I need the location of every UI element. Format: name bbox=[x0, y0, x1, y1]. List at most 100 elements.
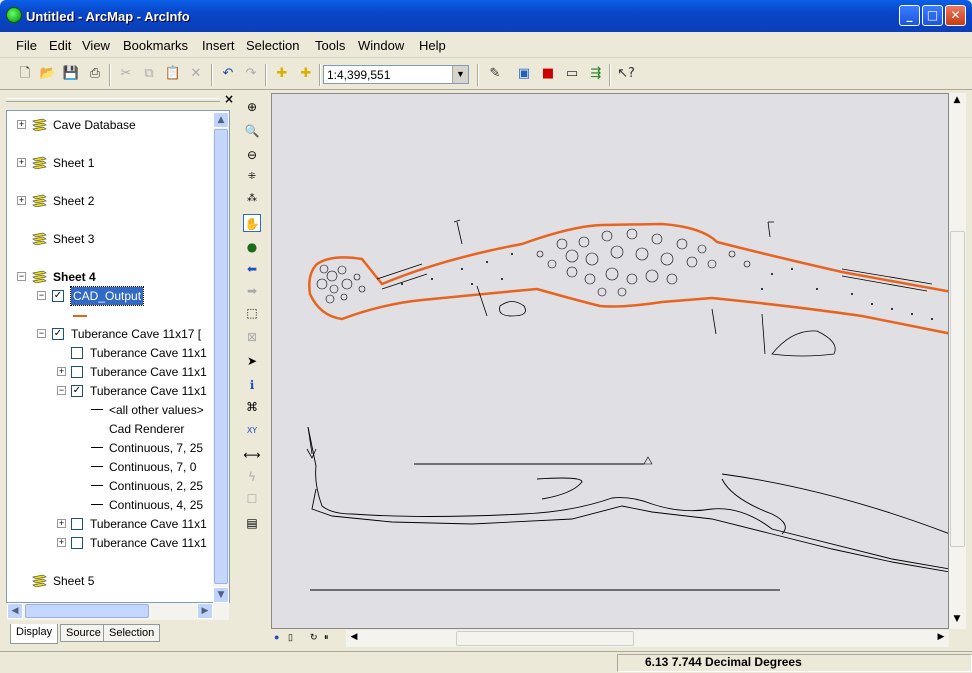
redo-icon[interactable]: ↷ bbox=[242, 65, 260, 83]
save-icon[interactable]: 💾 bbox=[62, 65, 80, 83]
layer-visibility-checkbox[interactable] bbox=[71, 347, 83, 359]
toc-legend-item[interactable]: Continuous, 7, 0 bbox=[7, 458, 213, 476]
cut-icon[interactable]: ✂ bbox=[117, 65, 135, 83]
menu-bookmarks[interactable]: Bookmarks bbox=[123, 38, 188, 53]
tab-source[interactable]: Source bbox=[60, 624, 107, 642]
toc-legend-item[interactable]: Continuous, 7, 25 bbox=[7, 439, 213, 457]
map-scale-combobox[interactable]: 1:4,399,551 ▼ bbox=[323, 65, 469, 84]
whats-this-help-icon[interactable]: ↖? bbox=[617, 65, 635, 83]
close-button[interactable]: ✕ bbox=[945, 5, 966, 26]
collapse-icon[interactable]: − bbox=[37, 291, 46, 300]
toc-layer[interactable]: − ✓ Tuberance Cave 11x1 bbox=[7, 382, 213, 400]
map-vertical-scrollbar[interactable]: ▲ ▼ bbox=[949, 93, 966, 629]
create-viewer-icon[interactable]: ▤ bbox=[243, 514, 261, 532]
layer-visibility-checkbox[interactable]: ✓ bbox=[71, 385, 83, 397]
toc-dataframe[interactable]: Sheet 3 bbox=[7, 230, 213, 248]
scroll-down-icon[interactable]: ▼ bbox=[213, 587, 229, 603]
expand-icon[interactable]: + bbox=[57, 538, 66, 547]
menu-help[interactable]: Help bbox=[419, 38, 446, 53]
toc-layer[interactable]: − ✓ CAD_Output bbox=[7, 286, 213, 317]
toc-vertical-scrollbar[interactable]: ▲ ▼ bbox=[213, 112, 229, 603]
pan-hand-icon[interactable]: ✋ bbox=[243, 214, 261, 232]
map-h-thumb[interactable] bbox=[456, 631, 634, 646]
layer-visibility-checkbox[interactable]: ✓ bbox=[52, 328, 64, 340]
toc-close-icon[interactable]: × bbox=[224, 92, 234, 106]
command-line-icon[interactable]: ▭ bbox=[563, 65, 581, 83]
collapse-icon[interactable]: − bbox=[57, 386, 66, 395]
map-scroll-left-icon[interactable]: ◀ bbox=[346, 630, 362, 646]
toc-layer[interactable]: + Tuberance Cave 11x1 bbox=[7, 534, 213, 552]
collapse-icon[interactable]: − bbox=[17, 272, 26, 281]
zoom-out-icon[interactable]: ⊖ bbox=[243, 146, 261, 164]
expand-icon[interactable]: + bbox=[57, 367, 66, 376]
delete-icon[interactable]: ✕ bbox=[187, 65, 205, 83]
menu-edit[interactable]: Edit bbox=[49, 38, 71, 53]
toc-legend-item[interactable]: Continuous, 2, 25 bbox=[7, 477, 213, 495]
zoom-in-alt-icon[interactable]: 🔍 bbox=[243, 122, 261, 140]
expand-icon[interactable]: + bbox=[57, 519, 66, 528]
tab-display[interactable]: Display bbox=[10, 624, 59, 644]
copy-icon[interactable]: ⧉ bbox=[140, 65, 158, 83]
tab-selection[interactable]: Selection bbox=[103, 624, 161, 642]
toc-dataframe[interactable]: + Cave Database bbox=[7, 116, 213, 134]
toc-layer[interactable]: + Tuberance Cave 11x1 bbox=[7, 363, 213, 381]
model-builder-icon[interactable]: ⇶ bbox=[587, 65, 605, 83]
previous-extent-icon[interactable]: ⬅ bbox=[243, 260, 261, 278]
toc-dataframe[interactable]: − Sheet 4 bbox=[7, 268, 213, 286]
html-popup-icon[interactable]: ☐ bbox=[243, 490, 261, 508]
menu-insert[interactable]: Insert bbox=[202, 38, 235, 53]
undo-icon[interactable]: ↶ bbox=[219, 65, 237, 83]
toc-legend-item[interactable]: Continuous, 4, 25 bbox=[7, 496, 213, 514]
full-extent-globe-icon[interactable]: ● bbox=[243, 238, 261, 256]
add-data-icon[interactable]: ✚ bbox=[273, 65, 291, 83]
toc-dataframe[interactable]: + Sheet 2 bbox=[7, 192, 213, 210]
map-scroll-down-icon[interactable]: ▼ bbox=[949, 612, 965, 628]
print-icon[interactable]: ⎙ bbox=[86, 65, 104, 83]
toc-layer[interactable]: Tuberance Cave 11x1 bbox=[7, 344, 213, 362]
menu-file[interactable]: File bbox=[16, 38, 37, 53]
find-binoculars-icon[interactable]: ⌘ bbox=[243, 398, 261, 416]
fixed-zoom-out-icon[interactable]: ⁂ bbox=[243, 190, 261, 208]
scroll-thumb[interactable] bbox=[214, 129, 228, 584]
arccatalog-icon[interactable]: ▣ bbox=[515, 65, 533, 83]
chevron-down-icon[interactable]: ▼ bbox=[452, 66, 468, 83]
layer-visibility-checkbox[interactable] bbox=[71, 537, 83, 549]
dock-grip[interactable] bbox=[6, 98, 220, 102]
refresh-icon[interactable]: ↻ bbox=[310, 632, 318, 643]
scroll-left-icon[interactable]: ◀ bbox=[7, 603, 23, 619]
layer-visibility-checkbox[interactable] bbox=[71, 366, 83, 378]
fixed-zoom-in-icon[interactable]: ⁜ bbox=[243, 168, 261, 186]
toc-legend-item[interactable]: <all other values> bbox=[7, 401, 213, 419]
expand-icon[interactable]: + bbox=[17, 120, 26, 129]
maximize-button[interactable]: □ bbox=[922, 5, 943, 26]
select-elements-icon[interactable]: ➤ bbox=[243, 352, 261, 370]
toc-legend-item[interactable]: Cad Renderer bbox=[7, 420, 213, 438]
scroll-right-icon[interactable]: ▶ bbox=[197, 603, 213, 619]
layer-visibility-checkbox[interactable]: ✓ bbox=[52, 290, 64, 302]
open-folder-icon[interactable]: 📂 bbox=[39, 65, 57, 83]
expand-icon[interactable]: + bbox=[17, 158, 26, 167]
next-extent-icon[interactable]: ➡ bbox=[243, 282, 261, 300]
expand-icon[interactable]: + bbox=[17, 196, 26, 205]
layout-view-icon[interactable]: ▯ bbox=[288, 632, 293, 643]
measure-icon[interactable]: ⟷ bbox=[243, 446, 261, 464]
menu-view[interactable]: View bbox=[82, 38, 110, 53]
select-features-icon[interactable]: ⬚ bbox=[243, 304, 261, 322]
menu-tools[interactable]: Tools bbox=[315, 38, 345, 53]
identify-icon[interactable]: ℹ bbox=[243, 376, 261, 394]
menu-window[interactable]: Window bbox=[358, 38, 404, 53]
toc-horizontal-scrollbar[interactable]: ◀ ▶ bbox=[7, 603, 229, 620]
menu-selection[interactable]: Selection bbox=[246, 38, 299, 53]
toc-layer[interactable]: − ✓ Tuberance Cave 11x17 [ bbox=[7, 325, 213, 343]
new-document-icon[interactable]: 🗋 bbox=[16, 65, 34, 83]
map-horizontal-scrollbar[interactable]: ◀ ▶ bbox=[346, 630, 949, 647]
hyperlink-icon[interactable]: ϟ bbox=[243, 468, 261, 486]
scroll-up-icon[interactable]: ▲ bbox=[213, 112, 229, 128]
h-scroll-thumb[interactable] bbox=[25, 604, 149, 618]
data-view-icon[interactable]: ● bbox=[274, 632, 279, 642]
add-data-2-icon[interactable]: ✚ bbox=[297, 65, 315, 83]
toc-layer[interactable]: + Tuberance Cave 11x1 bbox=[7, 515, 213, 533]
layer-visibility-checkbox[interactable] bbox=[71, 518, 83, 530]
zoom-in-icon[interactable]: ⊕ bbox=[243, 98, 261, 116]
clear-selection-icon[interactable]: ⊠ bbox=[243, 328, 261, 346]
